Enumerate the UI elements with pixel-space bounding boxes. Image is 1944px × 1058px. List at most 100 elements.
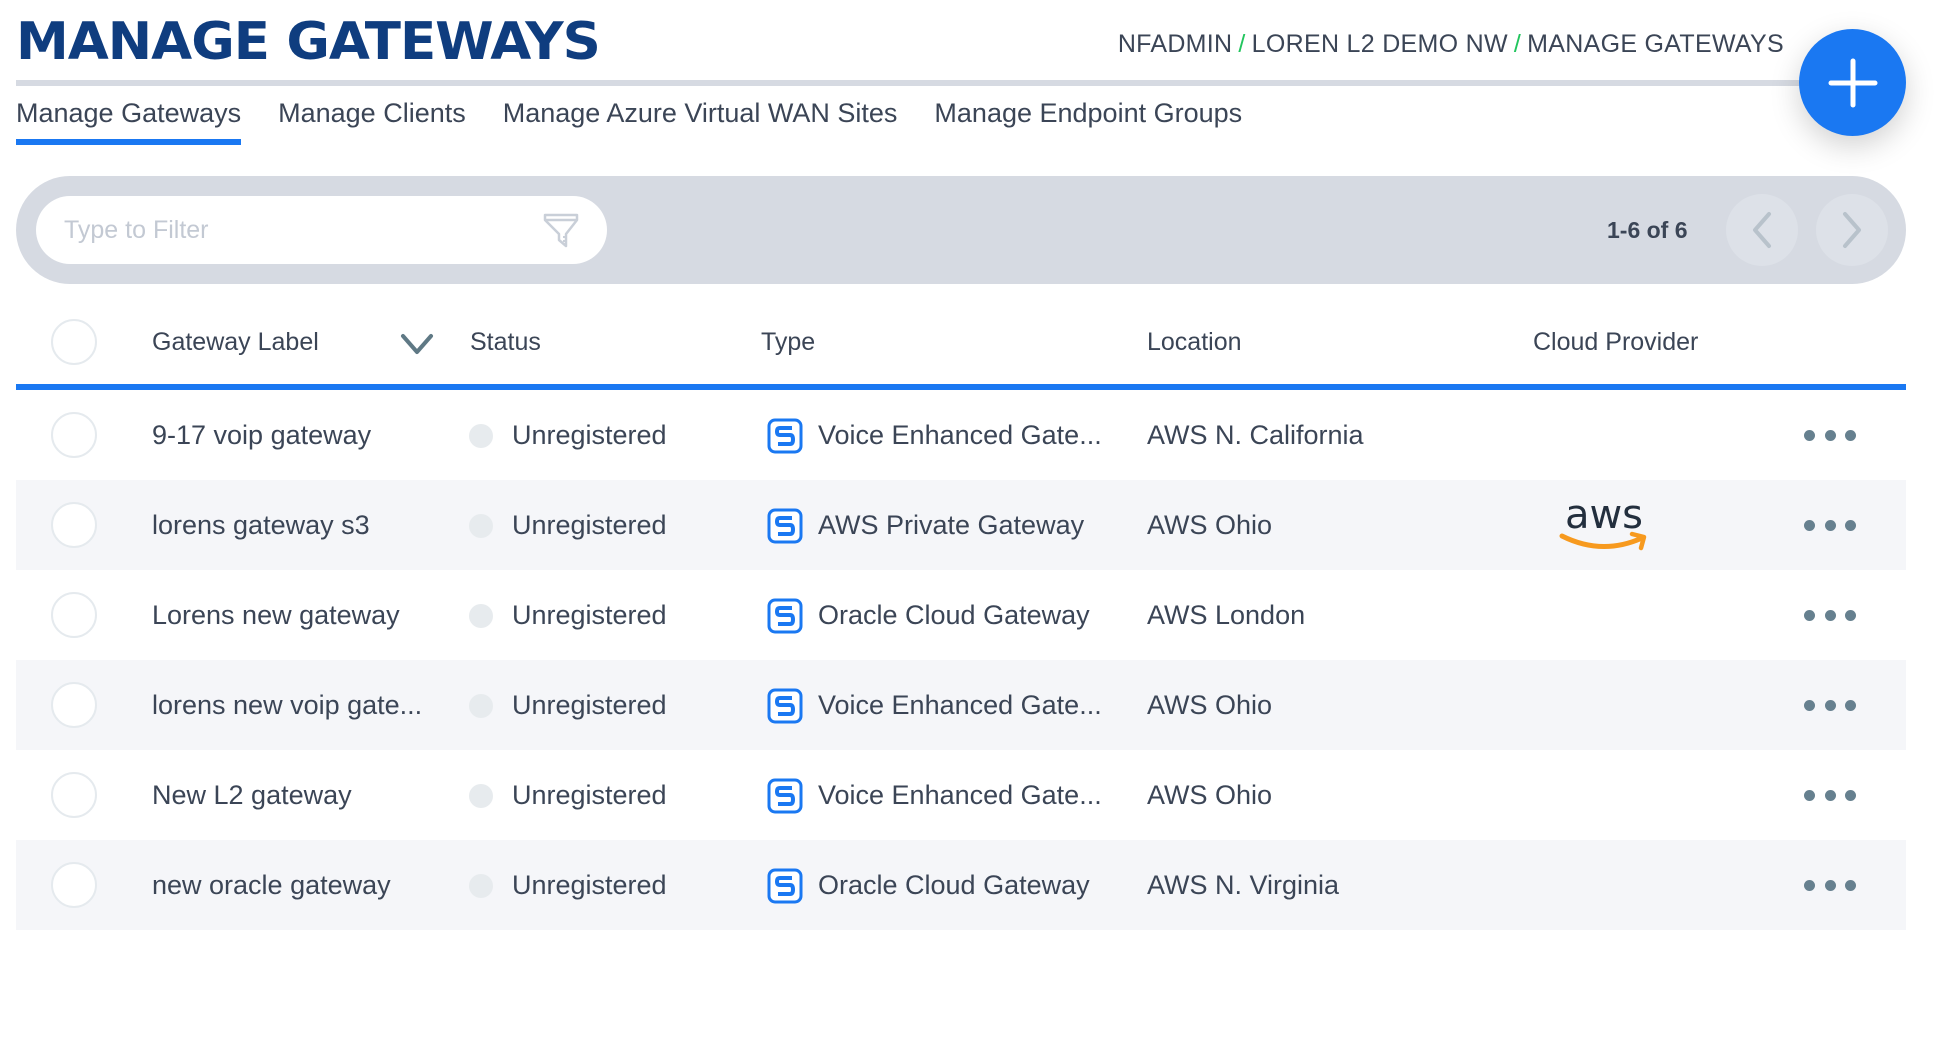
breadcrumb-separator: / bbox=[1238, 30, 1246, 58]
dot-icon bbox=[1845, 790, 1856, 801]
gateway-type-icon bbox=[767, 868, 803, 904]
gateway-status: Unregistered bbox=[512, 420, 667, 450]
table-row[interactable]: 9-17 voip gateway Unregistered Voice Enh… bbox=[16, 390, 1906, 480]
row-checkbox[interactable] bbox=[51, 412, 97, 458]
gateway-type-icon bbox=[767, 598, 803, 634]
more-actions-button[interactable] bbox=[1804, 520, 1856, 534]
gateway-location: AWS N. Virginia bbox=[1147, 870, 1340, 900]
dot-icon bbox=[1845, 430, 1856, 441]
gateway-label[interactable]: 9-17 voip gateway bbox=[152, 390, 371, 480]
breadcrumb-item-network[interactable]: LOREN L2 DEMO NW bbox=[1252, 30, 1508, 58]
tab-manage-gateways[interactable]: Manage Gateways bbox=[16, 98, 242, 145]
status-indicator-icon bbox=[469, 514, 493, 538]
status-indicator-icon bbox=[469, 694, 493, 718]
table-row[interactable]: new oracle gateway Unregistered Oracle C… bbox=[16, 840, 1906, 930]
row-checkbox[interactable] bbox=[51, 862, 97, 908]
status-indicator-icon bbox=[469, 874, 493, 898]
gateway-label[interactable]: Lorens new gateway bbox=[152, 570, 400, 660]
dot-icon bbox=[1824, 610, 1836, 621]
table-row[interactable]: lorens gateway s3 Unregistered AWS Priva… bbox=[16, 480, 1906, 570]
gateway-status: Unregistered bbox=[512, 600, 667, 630]
gateway-status: Unregistered bbox=[512, 780, 667, 810]
more-actions-button[interactable] bbox=[1804, 430, 1856, 444]
column-header-cloud-provider[interactable]: Cloud Provider bbox=[1533, 300, 1698, 384]
column-header-location[interactable]: Location bbox=[1147, 300, 1242, 384]
dot-icon bbox=[1804, 520, 1815, 531]
dot-icon bbox=[1824, 700, 1836, 711]
dot-icon bbox=[1804, 790, 1815, 801]
gateway-label[interactable]: New L2 gateway bbox=[152, 750, 352, 840]
gateway-type-icon bbox=[767, 688, 803, 724]
gateway-status: Unregistered bbox=[512, 690, 667, 720]
page-title: MANAGE GATEWAYS bbox=[16, 12, 601, 72]
gateway-location: AWS London bbox=[1147, 600, 1306, 630]
breadcrumb-item-current: MANAGE GATEWAYS bbox=[1527, 30, 1784, 58]
more-actions-button[interactable] bbox=[1804, 880, 1856, 894]
tab-manage-clients[interactable]: Manage Clients bbox=[278, 98, 466, 143]
gateway-type: Voice Enhanced Gate... bbox=[818, 420, 1102, 450]
add-gateway-button[interactable] bbox=[1799, 29, 1906, 136]
chevron-down-icon[interactable] bbox=[399, 326, 435, 362]
breadcrumb-item-org[interactable]: NFADMIN bbox=[1118, 30, 1233, 58]
funnel-icon[interactable] bbox=[541, 210, 581, 250]
dot-icon bbox=[1845, 700, 1856, 711]
svg-text:aws: aws bbox=[1565, 492, 1643, 538]
gateway-type: Voice Enhanced Gate... bbox=[818, 780, 1102, 810]
header-divider bbox=[16, 80, 1846, 86]
tab-manage-azure-virtual-wan-sites[interactable]: Manage Azure Virtual WAN Sites bbox=[503, 98, 898, 143]
column-header-gateway-label[interactable]: Gateway Label bbox=[152, 300, 319, 384]
dot-icon bbox=[1845, 880, 1856, 891]
dot-icon bbox=[1824, 790, 1836, 801]
dot-icon bbox=[1804, 610, 1815, 621]
status-indicator-icon bbox=[469, 424, 493, 448]
more-actions-button[interactable] bbox=[1804, 610, 1856, 624]
row-checkbox[interactable] bbox=[51, 592, 97, 638]
tab-bar: Manage Gateways Manage Clients Manage Az… bbox=[16, 98, 1242, 145]
column-header-status[interactable]: Status bbox=[470, 300, 541, 384]
filter-input[interactable] bbox=[64, 196, 524, 264]
dot-icon bbox=[1824, 520, 1836, 531]
gateway-label[interactable]: lorens new voip gate... bbox=[152, 660, 422, 750]
dot-icon bbox=[1824, 880, 1836, 891]
breadcrumb-separator: / bbox=[1513, 30, 1522, 58]
gateway-type-icon bbox=[767, 508, 803, 544]
plus-icon bbox=[1828, 58, 1877, 107]
chevron-left-icon bbox=[1753, 212, 1771, 248]
dot-icon bbox=[1804, 430, 1815, 441]
gateway-table-body: 9-17 voip gateway Unregistered Voice Enh… bbox=[16, 390, 1906, 930]
gateway-type-icon bbox=[767, 418, 803, 454]
next-page-button[interactable] bbox=[1816, 194, 1888, 266]
table-row[interactable]: New L2 gateway Unregistered Voice Enhanc… bbox=[16, 750, 1906, 840]
row-checkbox[interactable] bbox=[51, 682, 97, 728]
table-toolbar: 1-6 of 6 bbox=[16, 176, 1906, 284]
filter-field bbox=[36, 196, 607, 264]
gateway-type: Oracle Cloud Gateway bbox=[818, 870, 1090, 900]
row-checkbox[interactable] bbox=[51, 772, 97, 818]
gateway-label[interactable]: new oracle gateway bbox=[152, 840, 391, 930]
select-all-checkbox[interactable] bbox=[51, 319, 97, 365]
table-row[interactable]: Lorens new gateway Unregistered Oracle C… bbox=[16, 570, 1906, 660]
gateway-type: Oracle Cloud Gateway bbox=[818, 600, 1090, 630]
gateway-type-icon bbox=[767, 778, 803, 814]
tab-manage-endpoint-groups[interactable]: Manage Endpoint Groups bbox=[934, 98, 1242, 143]
breadcrumb: NFADMIN / LOREN L2 DEMO NW / MANAGE GATEWAYS bbox=[1118, 30, 1784, 59]
status-indicator-icon bbox=[469, 604, 493, 628]
more-actions-button[interactable] bbox=[1804, 700, 1856, 714]
gateway-label[interactable]: lorens gateway s3 bbox=[152, 480, 370, 570]
dot-icon bbox=[1845, 610, 1856, 621]
table-header: Gateway Label Status Type Location Cloud… bbox=[16, 300, 1906, 384]
dot-icon bbox=[1824, 430, 1836, 441]
gateway-status: Unregistered bbox=[512, 510, 667, 540]
dot-icon bbox=[1845, 520, 1856, 531]
more-actions-button[interactable] bbox=[1804, 790, 1856, 804]
column-header-type[interactable]: Type bbox=[761, 300, 815, 384]
row-checkbox[interactable] bbox=[51, 502, 97, 548]
gateway-status: Unregistered bbox=[512, 870, 667, 900]
previous-page-button[interactable] bbox=[1726, 194, 1798, 266]
gateway-type: AWS Private Gateway bbox=[818, 510, 1085, 540]
aws-logo-icon: aws bbox=[1559, 492, 1647, 551]
dot-icon bbox=[1804, 700, 1815, 711]
table-row[interactable]: lorens new voip gate... Unregistered Voi… bbox=[16, 660, 1906, 750]
gateway-location: AWS Ohio bbox=[1147, 780, 1273, 810]
gateway-type: Voice Enhanced Gate... bbox=[818, 690, 1102, 720]
